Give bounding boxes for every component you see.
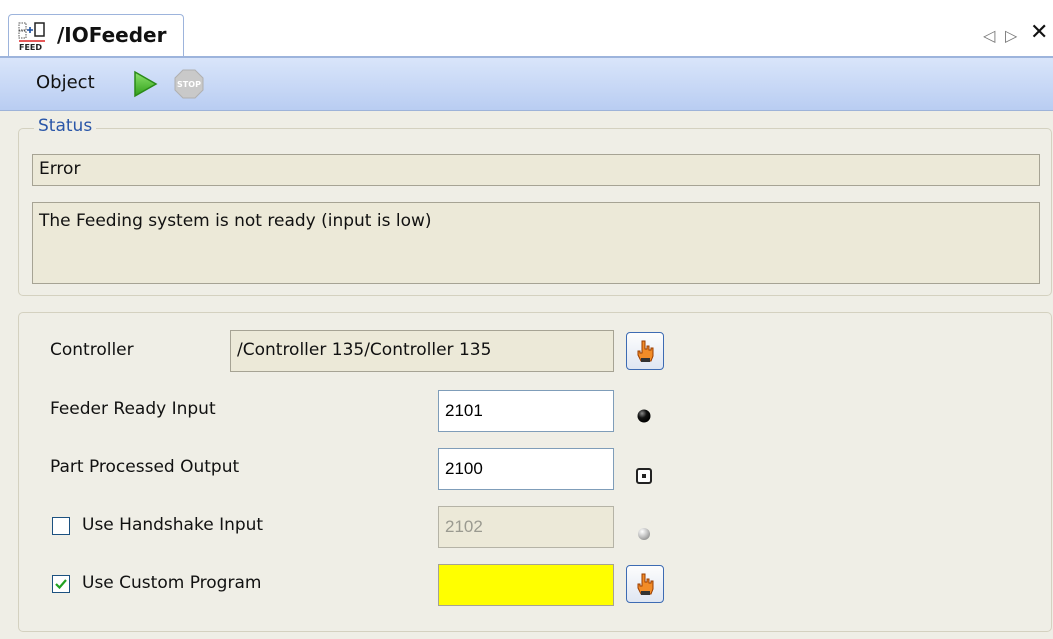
feeder-ready-led-icon (637, 409, 651, 423)
feeder-ready-label: Feeder Ready Input (50, 399, 216, 419)
handshake-checkbox[interactable] (52, 517, 70, 535)
part-processed-label: Part Processed Output (50, 457, 240, 477)
custom-program-field (438, 564, 614, 606)
tab-prev-icon[interactable]: ◁ (983, 26, 995, 45)
custom-program-pick-button[interactable] (626, 565, 664, 603)
status-state: Error (32, 154, 1040, 186)
handshake-input (438, 506, 614, 548)
hand-pointer-icon (637, 573, 654, 595)
controller-field: /Controller 135/Controller 135 (230, 330, 614, 372)
stop-icon-label: STOP (177, 80, 201, 89)
part-processed-input[interactable] (438, 448, 614, 490)
status-legend: Status (34, 116, 97, 136)
custom-program-checkbox[interactable] (52, 575, 70, 593)
checkmark-icon (55, 579, 67, 590)
toolbar: Object STOP (0, 58, 1053, 111)
feed-icon: FEED (18, 22, 45, 51)
controller-label: Controller (50, 340, 134, 360)
tab-next-icon[interactable]: ▷ (1005, 26, 1017, 45)
output-toggle-icon[interactable] (636, 468, 652, 484)
hand-pointer-icon (637, 340, 654, 362)
handshake-label: Use Handshake Input (82, 515, 264, 535)
close-icon[interactable]: ✕ (1030, 20, 1048, 45)
custom-program-label: Use Custom Program (82, 573, 262, 593)
stop-icon[interactable]: STOP (174, 69, 204, 99)
status-message: The Feeding system is not ready (input i… (32, 202, 1040, 284)
iofeeder-window: FEED /IOFeeder ◁ ▷ ✕ Object STOP Status … (0, 0, 1053, 639)
tab-title: /IOFeeder (57, 23, 167, 47)
handshake-led-icon (638, 528, 650, 540)
svg-text:FEED: FEED (19, 43, 42, 51)
controller-pick-button[interactable] (626, 332, 664, 370)
play-icon[interactable] (132, 70, 158, 98)
tab-iofeeder[interactable]: FEED /IOFeeder (8, 14, 184, 57)
feeder-ready-input[interactable] (438, 390, 614, 432)
object-menu[interactable]: Object (36, 72, 95, 93)
tab-bar: FEED /IOFeeder ◁ ▷ ✕ (0, 0, 1053, 58)
